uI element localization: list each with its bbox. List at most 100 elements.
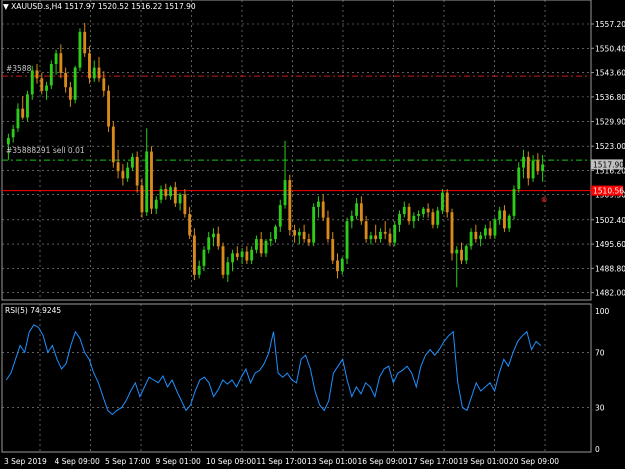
- candle-body: [159, 189, 163, 200]
- candle[interactable]: [512, 185, 516, 220]
- candle-body: [288, 180, 292, 231]
- sell-price-box: 1510.56: [591, 185, 624, 196]
- chart-frame: 1557.20 1550.40 1543.60 1536.80 1529.90 1523.…: [1, 0, 625, 466]
- price-tick-label: 1543.60: [595, 69, 625, 78]
- candle-body: [326, 217, 330, 240]
- time-label: 3 Sep 2019: [4, 457, 47, 466]
- candle-body: [436, 210, 440, 225]
- candle-body: [388, 233, 392, 243]
- candle-body: [455, 249, 459, 254]
- candle-body: [169, 187, 172, 197]
- candle-body: [45, 85, 48, 91]
- candle-body: [212, 233, 215, 238]
- candle-body: [116, 162, 120, 172]
- candle-body: [6, 137, 10, 145]
- close-order-icon[interactable]: ⊗: [541, 195, 547, 204]
- candle-body: [336, 260, 339, 272]
- candle-body: [135, 156, 139, 186]
- candle[interactable]: [393, 221, 397, 247]
- candle-body: [316, 201, 320, 207]
- candle[interactable]: [192, 228, 196, 281]
- candle-body: [245, 251, 249, 261]
- candle-body: [541, 164, 545, 172]
- rsi-title: RSI(5) 74.9245: [5, 306, 62, 315]
- candle-body: [145, 151, 149, 213]
- candle-body: [460, 249, 463, 261]
- candle-body: [78, 31, 82, 68]
- symbol-timeframe: XAUUSD.s,H4: [11, 2, 63, 11]
- candle-body: [536, 160, 540, 172]
- candle-body: [259, 239, 263, 254]
- candle[interactable]: [150, 146, 153, 215]
- candle[interactable]: [345, 217, 349, 265]
- candle-body: [474, 231, 478, 240]
- order-label-sell[interactable]: #35888291 sell 0.01: [6, 146, 85, 155]
- candle-body: [483, 228, 487, 236]
- candle[interactable]: [111, 121, 115, 168]
- candle-body: [421, 208, 425, 215]
- candle[interactable]: [49, 60, 53, 90]
- rsi-tick-label: 0: [595, 445, 600, 454]
- candle-body: [154, 199, 158, 209]
- candle-body: [464, 246, 468, 261]
- price-tick-label: 1550.40: [595, 44, 625, 53]
- candle-body: [130, 156, 134, 168]
- candle-body: [49, 64, 53, 86]
- candle-body: [398, 214, 401, 225]
- time-label: 9 Sep 01:00: [156, 457, 202, 466]
- price-tick-label: 1495.60: [595, 240, 625, 249]
- candle-body: [293, 230, 297, 236]
- time-label: 13 Sep 01:00: [307, 457, 357, 466]
- candle-body: [445, 192, 449, 213]
- candle-body: [26, 94, 29, 118]
- candle-body: [183, 194, 187, 215]
- candle[interactable]: [26, 90, 29, 122]
- candle[interactable]: [450, 208, 454, 261]
- candle-body: [192, 235, 196, 275]
- candle-body: [417, 214, 421, 216]
- candle-body: [178, 194, 182, 204]
- candle-body: [231, 253, 235, 263]
- order-label-upper[interactable]: #3588: [6, 64, 31, 73]
- candle[interactable]: [107, 85, 110, 132]
- candle-body: [16, 108, 20, 129]
- candle[interactable]: [78, 28, 82, 72]
- candle[interactable]: [288, 174, 292, 236]
- candle-body: [469, 231, 473, 247]
- candle-body: [340, 258, 344, 272]
- candle-body: [88, 53, 91, 79]
- rsi-tick-label: 70: [595, 348, 605, 357]
- candle[interactable]: [221, 242, 225, 279]
- time-label: 5 Sep 17:00: [105, 457, 151, 466]
- candle-body: [297, 231, 301, 236]
- candle-body: [140, 185, 144, 213]
- candle-body: [507, 215, 511, 229]
- time-label: 11 Sep 17:00: [257, 457, 307, 466]
- candle[interactable]: [441, 189, 444, 215]
- candle-body: [364, 221, 368, 240]
- candle-body: [235, 253, 239, 257]
- time-label: 10 Sep 09:00: [206, 457, 256, 466]
- candle-body: [312, 206, 316, 243]
- menu-triangle-icon[interactable]: ▼: [3, 2, 9, 11]
- candle-body: [278, 205, 282, 227]
- current-price-box-text: 1517.90: [593, 160, 624, 169]
- candle-body: [240, 251, 244, 257]
- price-axis: 1557.20 1550.40 1543.60 1536.80 1529.90 1523.…: [591, 20, 625, 298]
- candle[interactable]: [73, 65, 77, 104]
- candle-body: [302, 231, 306, 240]
- candle-body: [221, 246, 225, 275]
- chart-header[interactable]: ▼ XAUUSD.s,H4 1517.97 1520.52 1516.22 15…: [3, 2, 196, 11]
- price-tick-label: 1536.80: [595, 93, 625, 102]
- candle-body: [407, 206, 411, 222]
- candle-body: [512, 189, 516, 216]
- candle[interactable]: [312, 203, 316, 247]
- candle-body: [164, 189, 168, 197]
- candle-body: [369, 235, 373, 240]
- current-price-box: 1517.90: [591, 159, 624, 170]
- candle-body: [379, 231, 382, 240]
- candle-body: [345, 221, 349, 259]
- candle-body: [188, 214, 192, 236]
- candle-body: [431, 212, 435, 225]
- candle-body: [207, 237, 211, 250]
